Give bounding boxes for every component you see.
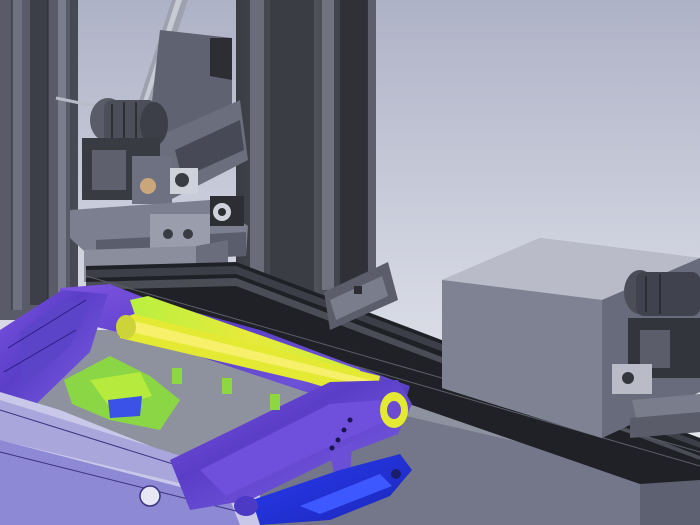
center-column[interactable] — [236, 0, 376, 300]
connector-icon — [140, 178, 156, 194]
model-canvas[interactable] — [0, 0, 700, 525]
left-column[interactable] — [0, 0, 78, 320]
cad-viewport[interactable] — [0, 0, 700, 525]
